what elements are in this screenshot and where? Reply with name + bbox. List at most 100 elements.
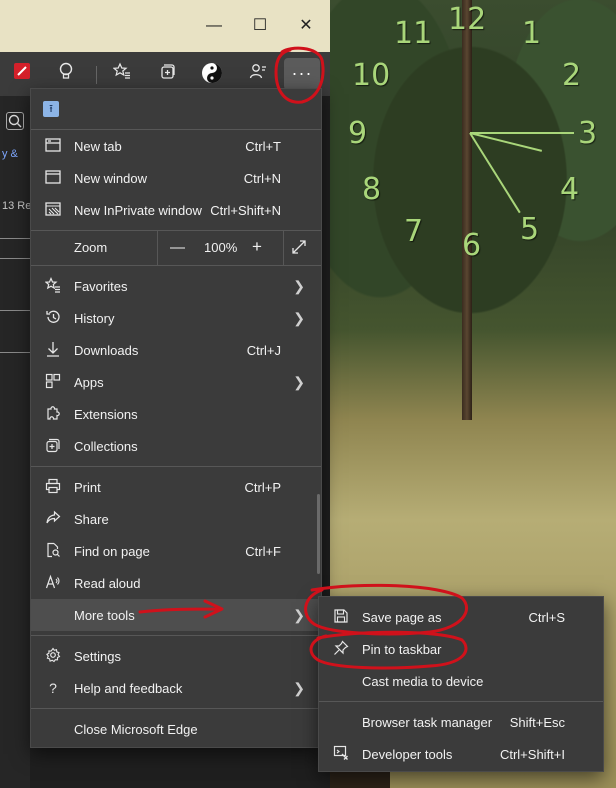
menu-item-close-edge[interactable]: Close Microsoft Edge	[31, 713, 321, 745]
submenu-divider	[319, 701, 603, 702]
menu-item-collections[interactable]: Collections	[31, 430, 321, 462]
profile-icon[interactable]	[246, 62, 270, 86]
chevron-right-icon: ❯	[293, 373, 305, 390]
favorites-star-icon[interactable]	[110, 62, 134, 86]
menu-item-shortcut: Ctrl+J	[246, 342, 281, 358]
menu-item-more-tools[interactable]: More tools ❯	[31, 599, 321, 631]
menu-item-shortcut: Ctrl+N	[243, 170, 281, 186]
more-tools-submenu: Save page as Ctrl+S Pin to taskbar Cast …	[318, 596, 604, 772]
submenu-item-save-page-as[interactable]: Save page as Ctrl+S	[319, 601, 603, 633]
page-link-fragment[interactable]: y &	[2, 148, 18, 160]
menu-item-shortcut: Ctrl+Shift+N	[210, 202, 281, 218]
print-icon	[43, 478, 63, 497]
menu-item-share[interactable]: Share	[31, 503, 321, 535]
minimize-button[interactable]: —	[200, 14, 228, 38]
menu-item-favorites[interactable]: Favorites ❯	[31, 270, 321, 302]
menu-item-new-tab[interactable]: New tab Ctrl+T	[31, 130, 321, 162]
fullscreen-icon[interactable]	[291, 239, 307, 259]
menu-item-settings[interactable]: Settings	[31, 640, 321, 672]
menu-item-help-and-feedback[interactable]: ? Help and feedback ❯	[31, 672, 321, 704]
menu-scrollbar[interactable]	[317, 494, 320, 574]
submenu-item-shortcut: Shift+Esc	[509, 714, 565, 730]
title-bar: — ☐ ✕	[0, 0, 330, 52]
search-icon[interactable]	[6, 112, 24, 130]
close-window-button[interactable]: ✕	[292, 14, 320, 38]
zoom-out-button[interactable]: —	[170, 239, 185, 256]
tree-trunk	[462, 0, 472, 420]
menu-item-new-inprivate-window[interactable]: New InPrivate window Ctrl+Shift+N	[31, 194, 321, 226]
share-icon	[43, 510, 63, 529]
page-text-fragment: 13 Re	[2, 200, 32, 212]
clock-number: 6	[462, 228, 482, 263]
menu-item-read-aloud[interactable]: Read aloud	[31, 567, 321, 599]
menu-item-label: New tab	[74, 138, 122, 154]
collections-icon[interactable]	[156, 62, 180, 86]
submenu-item-pin-to-taskbar[interactable]: Pin to taskbar	[319, 633, 603, 665]
page-divider	[0, 238, 30, 239]
menu-item-extensions[interactable]: Extensions	[31, 398, 321, 430]
new-window-icon	[43, 169, 63, 187]
menu-item-new-window[interactable]: New window Ctrl+N	[31, 162, 321, 194]
menu-item-label: Share	[74, 511, 109, 527]
developer-tools-icon	[331, 745, 351, 764]
submenu-item-shortcut: Ctrl+Shift+I	[499, 746, 565, 762]
clock-number: 4	[560, 172, 580, 207]
menu-item-label: Favorites	[74, 278, 128, 294]
chevron-right-icon: ❯	[293, 277, 305, 294]
clock-number: 9	[348, 116, 368, 151]
clock-second-hand	[470, 132, 574, 134]
menu-item-downloads[interactable]: Downloads Ctrl+J	[31, 334, 321, 366]
menu-item-label: Extensions	[74, 406, 138, 422]
zoom-in-button[interactable]: +	[252, 237, 262, 257]
download-icon	[43, 341, 63, 360]
submenu-item-label: Developer tools	[362, 746, 453, 762]
clock-number: 10	[352, 58, 391, 93]
menu-item-find-on-page[interactable]: Find on page Ctrl+F	[31, 535, 321, 567]
menu-item-label: Settings	[74, 648, 121, 664]
clock-number: 2	[562, 58, 582, 93]
inprivate-icon	[43, 201, 63, 219]
new-tab-icon	[43, 137, 63, 155]
menu-item-label: More tools	[74, 607, 135, 623]
submenu-item-cast-media[interactable]: Cast media to device	[319, 665, 603, 697]
lightbulb-icon[interactable]	[54, 62, 78, 86]
pin-menu-icon[interactable]: ⭱	[43, 101, 59, 117]
clock-number: 12	[448, 2, 487, 37]
clock-number: 3	[578, 116, 598, 151]
settings-and-more-button[interactable]: ···	[284, 58, 320, 90]
help-question-icon: ?	[49, 680, 57, 696]
menu-item-apps[interactable]: Apps ❯	[31, 366, 321, 398]
history-icon	[43, 309, 63, 328]
clock-number: 8	[362, 172, 382, 207]
chevron-right-icon: ❯	[293, 679, 305, 696]
menu-item-shortcut: Ctrl+T	[245, 138, 281, 154]
clock-number: 7	[404, 214, 424, 249]
clock-number: 5	[520, 212, 540, 247]
menu-item-label: Close Microsoft Edge	[74, 721, 198, 737]
submenu-item-browser-task-manager[interactable]: Browser task manager Shift+Esc	[319, 706, 603, 738]
chevron-right-icon: ❯	[293, 309, 305, 326]
menu-header: ⭱	[31, 89, 321, 129]
menu-item-history[interactable]: History ❯	[31, 302, 321, 334]
menu-item-label: Print	[74, 479, 101, 495]
maximize-button[interactable]: ☐	[246, 14, 274, 38]
clock-number: 1	[522, 16, 542, 51]
menu-item-label: History	[74, 310, 115, 326]
menu-divider	[31, 466, 321, 467]
menu-item-label: New InPrivate window	[74, 202, 202, 218]
zoom-label: Zoom	[74, 240, 108, 255]
submenu-item-label: Save page as	[362, 609, 442, 625]
menu-item-shortcut: Ctrl+F	[245, 543, 281, 559]
settings-and-more-menu: ⭱ New tab Ctrl+T New window Ctrl+N New I…	[30, 88, 322, 748]
yin-yang-icon[interactable]	[200, 62, 224, 86]
menu-item-label: Apps	[74, 374, 104, 390]
submenu-item-developer-tools[interactable]: Developer tools Ctrl+Shift+I	[319, 738, 603, 770]
menu-item-print[interactable]: Print Ctrl+P	[31, 471, 321, 503]
menu-item-label: Read aloud	[74, 575, 141, 591]
collections-icon	[43, 437, 63, 456]
extension-pen-icon[interactable]	[10, 62, 34, 86]
submenu-item-label: Browser task manager	[362, 714, 493, 730]
zoom-control: Zoom — 100% +	[31, 231, 321, 265]
menu-item-label: New window	[74, 170, 147, 186]
submenu-item-shortcut: Ctrl+S	[528, 609, 565, 625]
